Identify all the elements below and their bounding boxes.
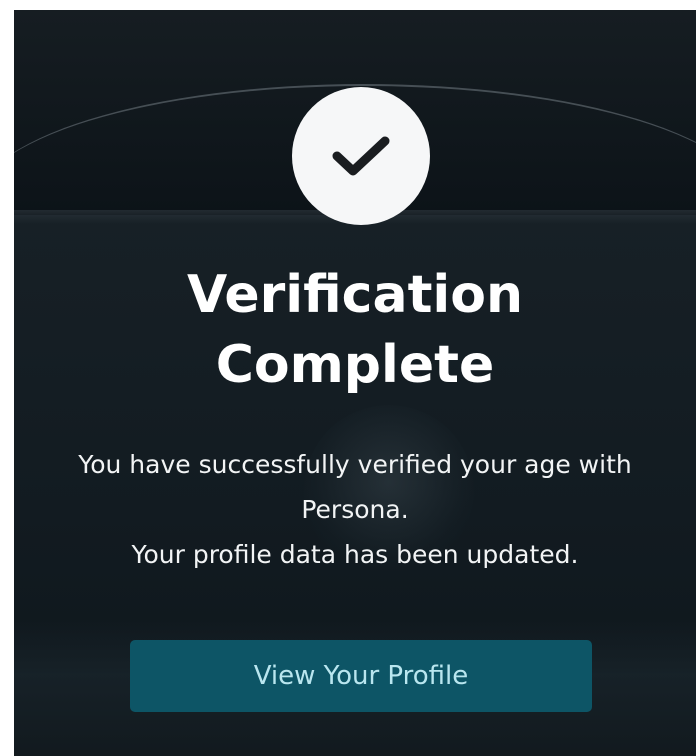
check-icon (332, 136, 390, 176)
success-message: You have successfully verified your age … (14, 442, 696, 577)
success-message-line3: Your profile data has been updated. (131, 540, 579, 569)
success-message-line2: Persona. (301, 495, 409, 524)
success-check-badge (292, 87, 430, 225)
page-title-line2: Complete (215, 335, 495, 395)
page-title-line1: Verification (186, 265, 524, 325)
view-profile-button[interactable]: View Your Profile (130, 640, 592, 712)
verification-screen: Verification Complete You have successfu… (14, 10, 696, 756)
page-title: Verification Complete (14, 260, 696, 400)
success-message-line1: You have successfully verified your age … (78, 450, 632, 479)
